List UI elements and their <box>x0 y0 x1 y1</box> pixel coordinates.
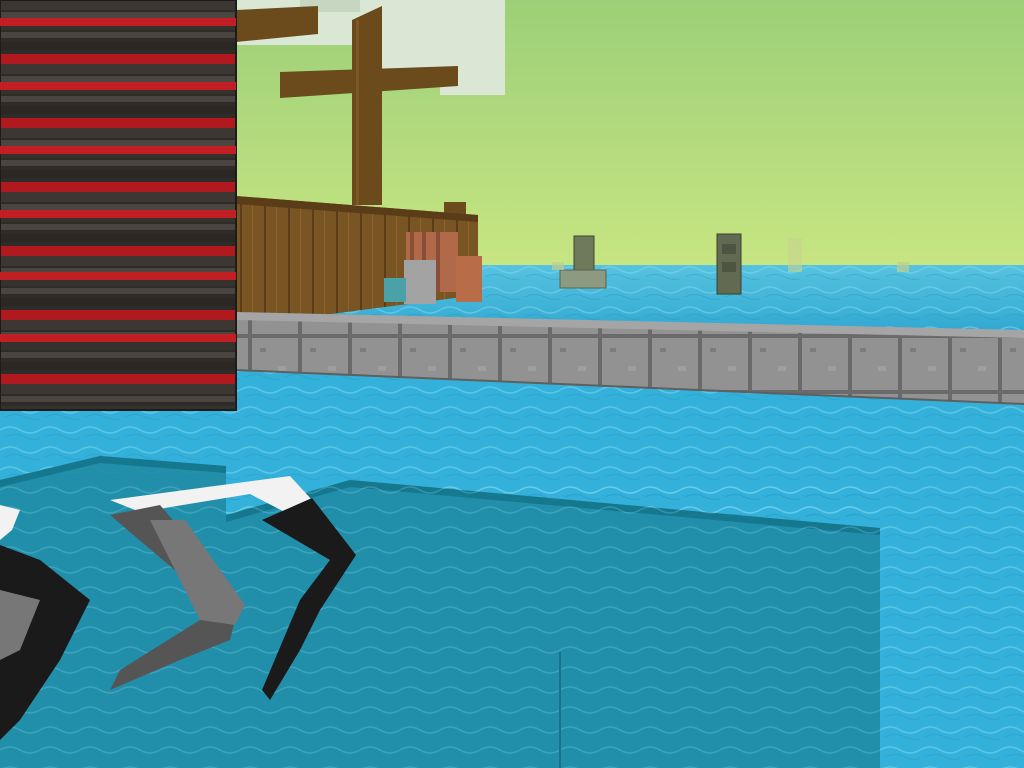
scene-canvas <box>0 0 1024 768</box>
pillar-4 <box>897 262 909 272</box>
pillar-3 <box>788 238 802 272</box>
crate-top <box>444 202 466 214</box>
left-wall <box>0 0 237 411</box>
game-viewport[interactable] <box>0 0 1024 768</box>
pillar-1 <box>573 235 595 271</box>
